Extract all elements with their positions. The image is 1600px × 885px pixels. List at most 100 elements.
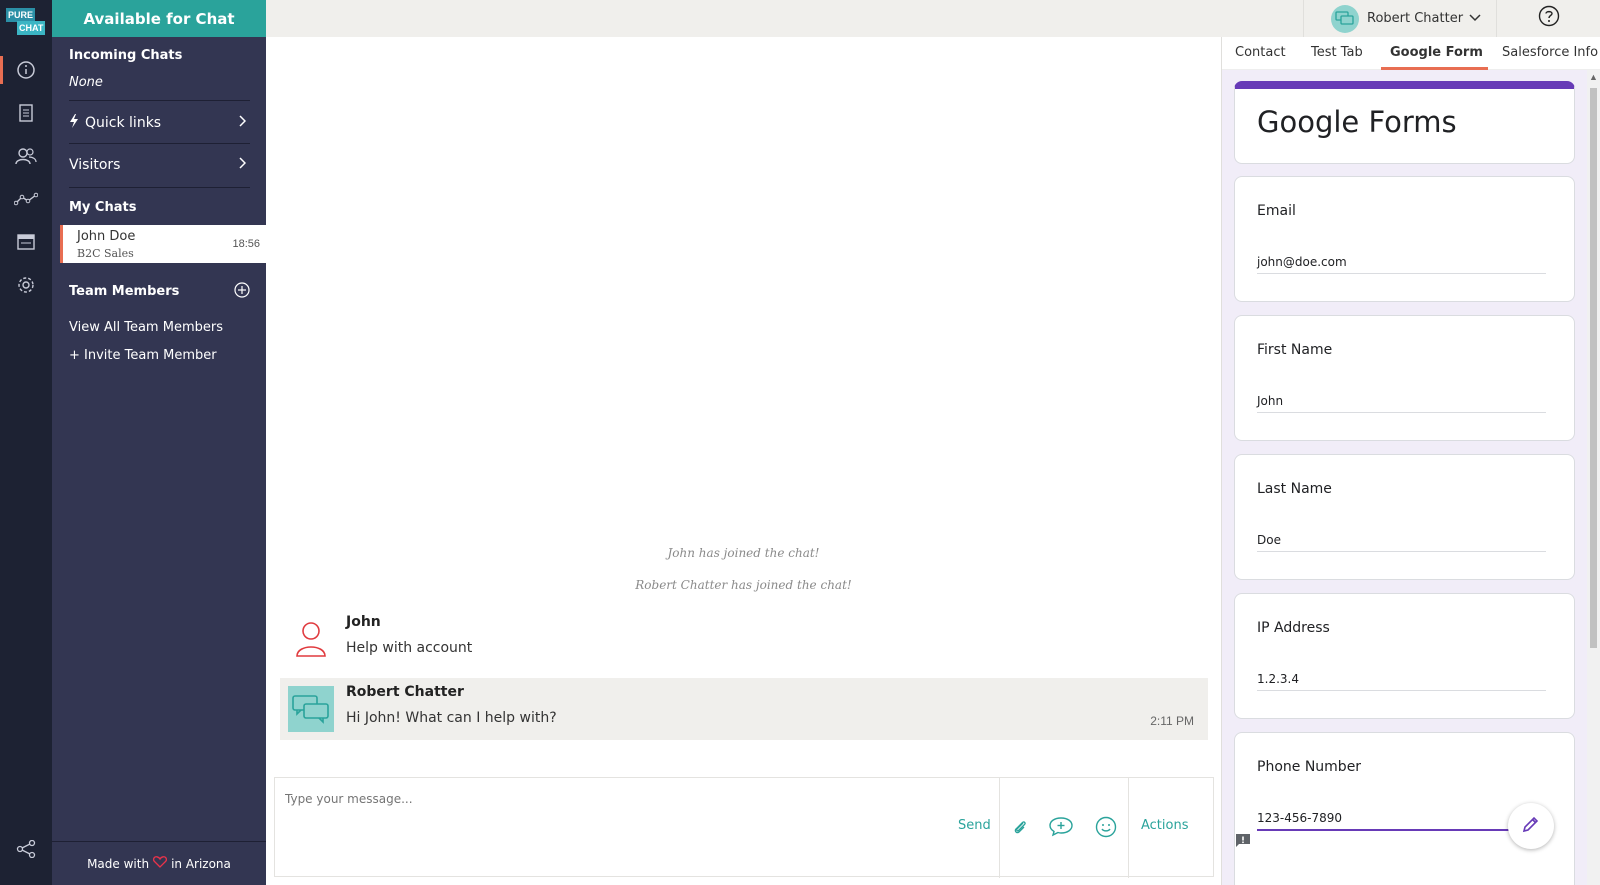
team-members-title: Team Members [69,284,180,299]
my-chats-title: My Chats [69,200,137,215]
logo-chat-text: CHAT [17,21,46,35]
ip-address-field[interactable]: 1.2.3.4 [1257,672,1299,686]
quick-links-item[interactable]: Quick links [69,108,250,138]
chevron-down-icon [1469,11,1481,26]
field-label: Phone Number [1257,759,1362,775]
help-button[interactable] [1496,0,1600,37]
chevron-right-icon [238,115,247,131]
form-field-card: IP Address 1.2.3.4 [1234,593,1575,719]
field-label: Last Name [1257,481,1332,497]
message-author: Robert Chatter [346,684,464,700]
user-avatar [1331,4,1359,33]
info-tabs: Contact Test Tab Google Form Salesforce … [1222,37,1600,70]
scrollbar-thumb[interactable] [1590,88,1597,648]
tab-salesforce-info[interactable]: Salesforce Info [1502,45,1598,60]
transcripts-icon[interactable] [0,93,52,133]
field-label: First Name [1257,342,1333,358]
left-panel: Available for Chat Incoming Chats None Q… [52,0,266,885]
field-label: IP Address [1257,620,1330,636]
emoji-icon[interactable] [1093,814,1119,840]
google-form-embed: Google Forms Email john@doe.com First Na… [1222,70,1600,885]
availability-status-button[interactable]: Available for Chat [52,0,266,37]
incoming-chats-value: None [69,75,103,90]
message-text: Help with account [346,640,473,656]
logo-pure-text: PURE [6,8,36,22]
purechat-logo: PURE CHAT [6,8,46,38]
made-with-suffix: in Arizona [171,856,231,871]
form-field-card: Email john@doe.com [1234,176,1575,302]
dashboard-icon[interactable] [0,50,52,90]
chat-time: 18:56 [232,238,260,250]
chat-message-visitor: John Help with account [280,608,1208,670]
send-button[interactable]: Send [958,818,991,833]
icon-rail: PURE CHAT [0,0,52,885]
chat-list-item[interactable]: John Doe B2C Sales 18:56 [60,225,266,263]
visitors-item[interactable]: Visitors [69,150,250,180]
email-field[interactable]: john@doe.com [1257,255,1347,269]
add-team-member-icon[interactable] [234,282,250,303]
last-name-field[interactable]: Doe [1257,533,1281,547]
analytics-icon[interactable] [0,179,52,219]
divider [1128,778,1129,878]
chat-message-agent: Robert Chatter Hi John! What can I help … [280,678,1208,740]
incoming-chats-title: Incoming Chats [69,48,183,63]
help-icon [1538,5,1560,32]
visitor-avatar-icon [288,616,334,662]
edit-form-button[interactable] [1508,803,1554,849]
field-label: Email [1257,203,1296,219]
widgets-icon[interactable] [0,222,52,262]
field-underline [1257,412,1546,413]
divider [69,100,250,101]
message-time: 2:11 PM [1150,714,1194,728]
field-underline [1257,551,1546,552]
message-author: John [346,614,381,630]
availability-status-label: Available for Chat [83,9,235,28]
chat-visitor-group: B2C Sales [77,247,134,260]
agent-avatar-icon [288,686,334,732]
contacts-icon[interactable] [0,136,52,176]
message-input[interactable] [285,792,885,806]
field-underline-focused [1257,829,1546,831]
tab-test-tab[interactable]: Test Tab [1311,45,1363,60]
visitors-label: Visitors [69,157,121,173]
chevron-right-icon [238,157,247,173]
tab-contact[interactable]: Contact [1235,45,1286,60]
pencil-icon [1521,814,1541,839]
form-header-card: Google Forms [1234,81,1575,164]
made-with-prefix: Made with [87,856,150,871]
lightning-icon [69,114,79,132]
divider [999,778,1000,878]
invite-team-member-link[interactable]: + Invite Team Member [69,348,217,363]
top-bar: Robert Chatter [266,0,1600,37]
view-all-team-members-link[interactable]: View All Team Members [69,320,223,335]
tab-google-form[interactable]: Google Form [1390,45,1483,60]
report-problem-icon[interactable] [1234,832,1252,850]
settings-icon[interactable] [0,265,52,305]
quick-links-label: Quick links [85,115,162,131]
form-title: Google Forms [1257,105,1457,139]
first-name-field[interactable]: John [1257,394,1283,408]
canned-response-icon[interactable] [1047,814,1075,840]
form-field-card: Last Name Doe [1234,454,1575,580]
actions-button[interactable]: Actions [1141,818,1189,833]
field-underline [1257,273,1546,274]
system-message: John has joined the chat! [667,546,820,560]
message-composer: Send Actions [274,777,1214,878]
phone-number-field[interactable]: 123-456-7890 [1257,811,1342,825]
heart-icon [153,856,168,871]
attachment-icon[interactable] [1007,814,1033,840]
visitor-info-panel: Contact Test Tab Google Form Salesforce … [1221,37,1600,885]
form-field-card: First Name John [1234,315,1575,441]
chat-conversation: John has joined the chat! Robert Chatter… [266,37,1221,885]
system-message: Robert Chatter has joined the chat! [635,578,852,592]
user-name: Robert Chatter [1367,11,1464,26]
user-menu[interactable]: Robert Chatter [1303,0,1496,37]
share-icon[interactable] [0,829,52,869]
divider [69,187,250,188]
panel-scrollbar[interactable]: ▲ [1587,70,1600,885]
chat-visitor-name: John Doe [77,229,136,244]
divider [69,143,250,144]
field-underline [1257,690,1546,691]
scroll-up-icon[interactable]: ▲ [1589,72,1598,82]
made-with-footer: Made with in Arizona [52,841,266,885]
